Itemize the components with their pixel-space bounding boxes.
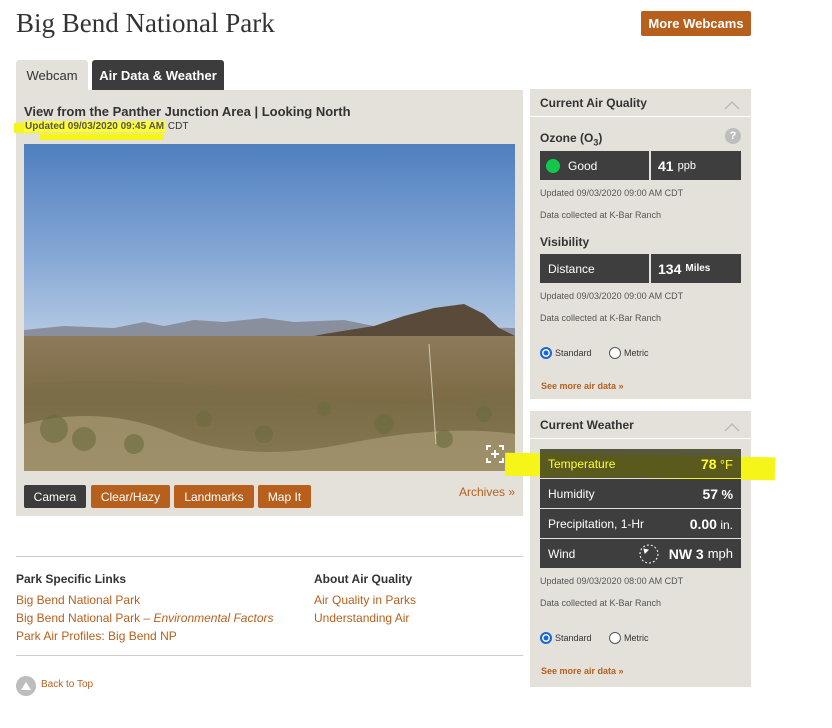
weather-source: Data collected at K-Bar Ranch bbox=[540, 598, 662, 608]
divider bbox=[530, 438, 751, 439]
divider bbox=[16, 556, 523, 557]
link-park-air-profiles[interactable]: Park Air Profiles: Big Bend NP bbox=[16, 629, 177, 643]
precipitation-row: Precipitation, 1-Hr 0.00 in. bbox=[540, 509, 741, 538]
ozone-source: Data collected at K-Bar Ranch bbox=[540, 210, 662, 220]
weather-units-standard-radio[interactable]: Standard bbox=[540, 632, 592, 644]
webcam-updated-time: Updated 09/03/2020 09:45 AM bbox=[24, 121, 166, 132]
temperature-reading: 78 °F bbox=[701, 456, 733, 472]
more-webcams-button[interactable]: More Webcams bbox=[641, 11, 751, 36]
weather-updated: Updated 09/03/2020 08:00 AM CDT bbox=[540, 576, 684, 586]
distance-unit: Miles bbox=[685, 263, 711, 274]
distance-value-cell: 134 Miles bbox=[651, 254, 741, 283]
ozone-value-cell: 41 ppb bbox=[651, 151, 741, 180]
air-quality-heading: Current Air Quality bbox=[540, 96, 647, 110]
visibility-label: Visibility bbox=[540, 235, 590, 249]
link-understanding-air[interactable]: Understanding Air bbox=[314, 611, 409, 625]
see-more-air-data-link[interactable]: See more air data » bbox=[541, 381, 624, 391]
ozone-label-close: ) bbox=[598, 131, 603, 145]
compass-icon bbox=[639, 544, 659, 563]
camera-button[interactable]: Camera bbox=[24, 485, 86, 508]
ozone-status-cell: Good bbox=[540, 151, 649, 180]
wind-unit: mph bbox=[707, 546, 733, 561]
see-more-weather-data-link[interactable]: See more air data » bbox=[541, 666, 624, 676]
precipitation-label: Precipitation, 1-Hr bbox=[548, 516, 645, 531]
expand-icon[interactable] bbox=[486, 445, 504, 463]
link-big-bend[interactable]: Big Bend National Park bbox=[16, 593, 140, 607]
radio-selected[interactable] bbox=[540, 347, 552, 359]
radio-label: Standard bbox=[555, 633, 592, 643]
highlight-mark bbox=[40, 134, 164, 140]
webcam-view-title: View from the Panther Junction Area | Lo… bbox=[24, 104, 351, 119]
wind-value: NW 3 bbox=[668, 545, 704, 562]
clear-hazy-button[interactable]: Clear/Hazy bbox=[91, 485, 170, 508]
wind-label: Wind bbox=[548, 546, 576, 561]
radio-unselected[interactable] bbox=[609, 632, 621, 644]
webcam-image[interactable] bbox=[24, 144, 515, 471]
weather-heading: Current Weather bbox=[540, 418, 634, 432]
tab-webcam[interactable]: Webcam bbox=[16, 60, 88, 90]
help-icon[interactable]: ? bbox=[725, 128, 741, 144]
temperature-value: 78 bbox=[700, 455, 717, 472]
radio-unselected[interactable] bbox=[609, 347, 621, 359]
ozone-updated: Updated 09/03/2020 09:00 AM CDT bbox=[540, 188, 684, 198]
webcam-landscape bbox=[24, 144, 515, 471]
wind-reading: NW 3 mph bbox=[637, 542, 733, 566]
humidity-label: Humidity bbox=[548, 486, 595, 501]
temperature-label: Temperature bbox=[548, 456, 616, 471]
weather-units-metric-radio[interactable]: Metric bbox=[609, 632, 649, 644]
units-metric-radio[interactable]: Metric bbox=[609, 347, 649, 359]
status-dot-icon bbox=[546, 158, 560, 173]
humidity-value: 57 bbox=[702, 485, 719, 502]
webcam-updated: Updated 09/03/2020 09:45 AM CDT bbox=[24, 121, 188, 132]
tab-air-data-weather[interactable]: Air Data & Weather bbox=[92, 60, 224, 90]
back-to-top-icon[interactable] bbox=[16, 676, 36, 696]
map-it-button[interactable]: Map It bbox=[258, 485, 311, 508]
radio-selected[interactable] bbox=[540, 632, 552, 644]
ozone-label-text: Ozone (O bbox=[540, 131, 594, 145]
precipitation-unit: in. bbox=[720, 517, 733, 532]
air-links-heading: About Air Quality bbox=[314, 572, 413, 586]
ozone-value: 41 bbox=[658, 157, 674, 174]
link-air-quality-parks[interactable]: Air Quality in Parks bbox=[314, 593, 416, 607]
radio-label: Standard bbox=[555, 348, 592, 358]
webcam-updated-tz: CDT bbox=[167, 121, 189, 132]
chevron-up-icon[interactable] bbox=[724, 97, 740, 110]
link-text: Big Bend National Park – bbox=[16, 611, 151, 625]
precipitation-reading: 0.00 in. bbox=[690, 516, 733, 532]
precipitation-value: 0.00 bbox=[689, 515, 717, 532]
visibility-source: Data collected at K-Bar Ranch bbox=[540, 313, 662, 323]
humidity-unit: % bbox=[721, 486, 733, 502]
landmarks-button[interactable]: Landmarks bbox=[174, 485, 254, 508]
humidity-row: Humidity 57 % bbox=[540, 479, 741, 508]
park-links-heading: Park Specific Links bbox=[16, 572, 127, 586]
chevron-up-icon[interactable] bbox=[724, 419, 740, 432]
units-standard-radio[interactable]: Standard bbox=[540, 347, 592, 359]
archives-link[interactable]: Archives » bbox=[459, 485, 515, 499]
link-big-bend-environmental[interactable]: Big Bend National Park – Environmental F… bbox=[16, 611, 273, 625]
wind-row: Wind NW 3 mph bbox=[540, 539, 741, 568]
ozone-status: Good bbox=[568, 158, 598, 173]
distance-label: Distance bbox=[548, 261, 595, 276]
ozone-unit: ppb bbox=[677, 159, 696, 172]
link-text-italic: Environmental Factors bbox=[153, 611, 274, 625]
temperature-row: Temperature 78 °F bbox=[540, 449, 741, 478]
visibility-updated: Updated 09/03/2020 09:00 AM CDT bbox=[540, 291, 684, 301]
distance-label-cell: Distance bbox=[540, 254, 649, 283]
humidity-reading: 57 % bbox=[703, 486, 733, 502]
temperature-unit: °F bbox=[719, 456, 733, 472]
page-title: Big Bend National Park bbox=[16, 8, 275, 38]
divider bbox=[530, 116, 751, 117]
radio-label: Metric bbox=[624, 633, 649, 643]
back-to-top-link[interactable]: Back to Top bbox=[41, 679, 93, 690]
distance-value: 134 bbox=[658, 260, 682, 277]
radio-label: Metric bbox=[624, 348, 649, 358]
ozone-label: Ozone (O3) bbox=[540, 131, 602, 147]
divider bbox=[16, 655, 523, 656]
